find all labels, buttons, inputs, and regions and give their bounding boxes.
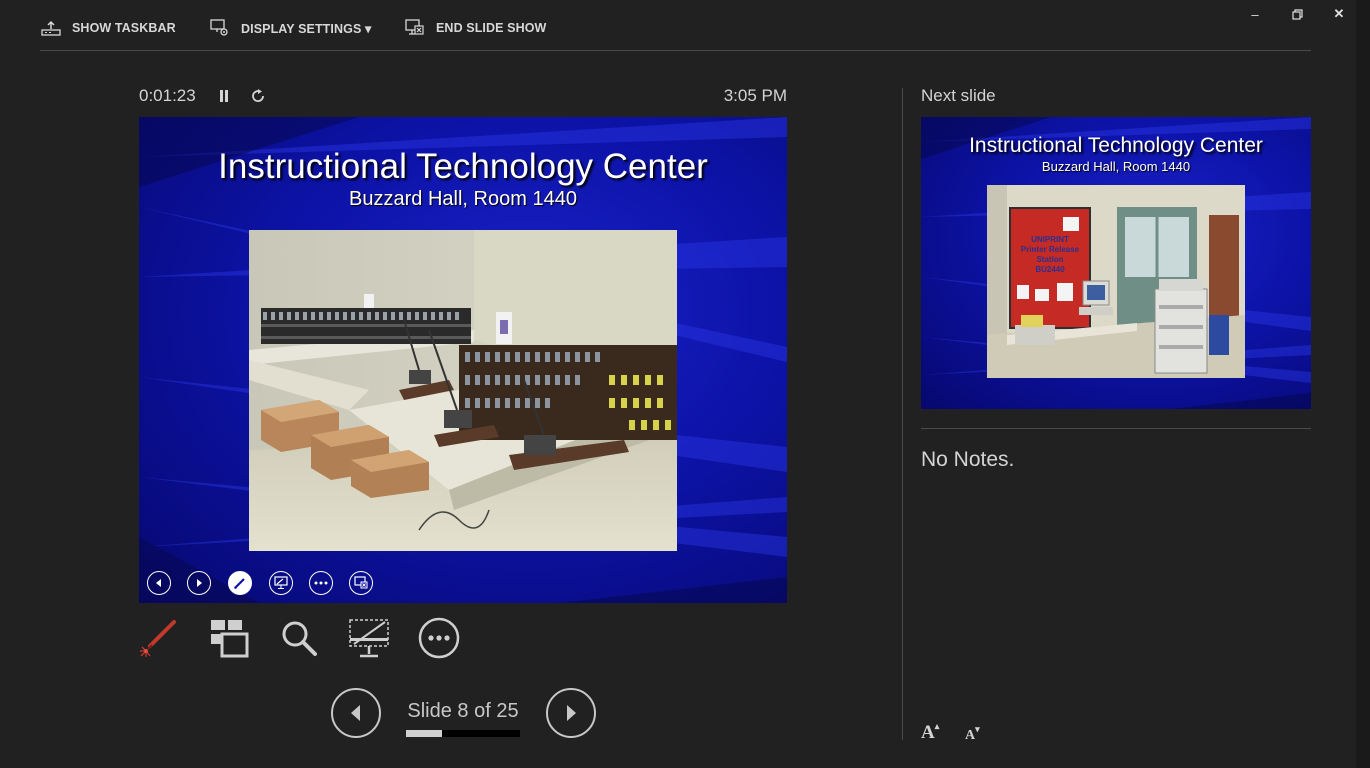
slide-next-overlay-button[interactable] bbox=[187, 571, 211, 595]
next-slide-subtitle: Buzzard Hall, Room 1440 bbox=[1041, 159, 1191, 174]
screen-icon bbox=[274, 576, 288, 589]
chevron-right-icon bbox=[197, 579, 202, 587]
presenter-toolbar: SHOW TASKBAR DISPLAY SETTINGS ▾ END SLID… bbox=[0, 0, 1370, 52]
chevron-left-icon bbox=[156, 579, 161, 587]
slide-progress-bar bbox=[406, 730, 520, 737]
slide-progress-fill bbox=[406, 730, 443, 737]
next-slide-title: Instructional Technology Center bbox=[969, 134, 1263, 157]
close-button[interactable]: ✕ bbox=[1327, 4, 1351, 24]
panel-divider bbox=[902, 88, 903, 740]
show-taskbar-label: SHOW TASKBAR bbox=[72, 21, 176, 35]
slide-photo-lab bbox=[249, 230, 677, 551]
minimize-button[interactable]: – bbox=[1243, 4, 1267, 24]
end-show-overlay-button[interactable] bbox=[349, 571, 373, 595]
previous-slide-button[interactable] bbox=[331, 688, 381, 738]
slide-prev-overlay-button[interactable] bbox=[147, 571, 171, 595]
elapsed-timer: 0:01:23 bbox=[139, 86, 196, 105]
see-all-slides-overlay-button[interactable] bbox=[269, 571, 293, 595]
font-increase-icon: A bbox=[921, 722, 935, 743]
display-settings-icon bbox=[209, 19, 231, 37]
current-slide[interactable]: Instructional Technology Center Buzzard … bbox=[139, 117, 787, 603]
laser-pen-icon bbox=[140, 620, 176, 657]
restore-icon bbox=[1291, 8, 1303, 20]
font-decrease-icon: A bbox=[965, 728, 976, 743]
current-time: 3:05 PM bbox=[723, 86, 787, 105]
more-options-button[interactable] bbox=[416, 615, 462, 661]
close-icon: ✕ bbox=[1333, 6, 1345, 21]
next-slide-button[interactable] bbox=[546, 688, 596, 738]
arrow-left-icon bbox=[351, 705, 360, 721]
end-show-icon bbox=[404, 19, 426, 37]
blank-screen-icon bbox=[349, 619, 389, 658]
zoom-button[interactable] bbox=[276, 615, 322, 661]
pen-icon bbox=[234, 578, 245, 589]
display-settings-label: DISPLAY SETTINGS ▾ bbox=[241, 21, 372, 36]
taskbar-icon bbox=[40, 19, 62, 37]
pen-overlay-button[interactable] bbox=[228, 571, 252, 595]
restart-timer-button[interactable] bbox=[249, 86, 267, 106]
magnifier-icon bbox=[282, 621, 317, 656]
end-slide-show-label: END SLIDE SHOW bbox=[436, 21, 547, 35]
speaker-notes: No Notes. bbox=[921, 448, 1015, 471]
restore-button[interactable] bbox=[1285, 4, 1309, 24]
restart-icon bbox=[252, 89, 264, 102]
ellipsis-circle-icon bbox=[418, 617, 460, 659]
notes-divider bbox=[921, 428, 1311, 429]
window-edge bbox=[1356, 0, 1370, 768]
pause-timer-button[interactable] bbox=[215, 86, 233, 106]
show-taskbar-button[interactable]: SHOW TASKBAR bbox=[40, 18, 176, 38]
toolbar-divider bbox=[40, 50, 1311, 51]
end-show-icon bbox=[354, 576, 368, 589]
more-options-overlay-button[interactable] bbox=[309, 571, 333, 595]
ellipsis-icon bbox=[314, 581, 328, 585]
laser-pointer-button[interactable] bbox=[137, 615, 183, 661]
slide-subtitle: Buzzard Hall, Room 1440 bbox=[349, 188, 577, 210]
decrease-font-button[interactable]: A ▾ bbox=[965, 720, 980, 744]
minimize-icon: – bbox=[1251, 6, 1259, 22]
see-all-slides-button[interactable] bbox=[206, 615, 252, 661]
slide-grid-icon bbox=[211, 620, 249, 658]
next-slide-preview[interactable]: Instructional Technology Center Buzzard … bbox=[921, 117, 1311, 409]
end-slide-show-button[interactable]: END SLIDE SHOW bbox=[404, 18, 546, 38]
next-slide-label: Next slide bbox=[921, 86, 996, 105]
black-screen-button[interactable] bbox=[346, 615, 392, 661]
arrow-right-icon bbox=[567, 705, 576, 721]
slide-title: Instructional Technology Center bbox=[218, 147, 708, 186]
display-settings-button[interactable]: DISPLAY SETTINGS ▾ bbox=[209, 18, 371, 38]
pause-icon bbox=[220, 90, 228, 102]
slide-counter[interactable]: Slide 8 of 25 bbox=[395, 700, 531, 723]
next-slide-photo-printer-station: UNIPRINT Printer Release Station BU2440 bbox=[987, 185, 1245, 378]
increase-font-button[interactable]: A ▴ bbox=[921, 720, 939, 744]
